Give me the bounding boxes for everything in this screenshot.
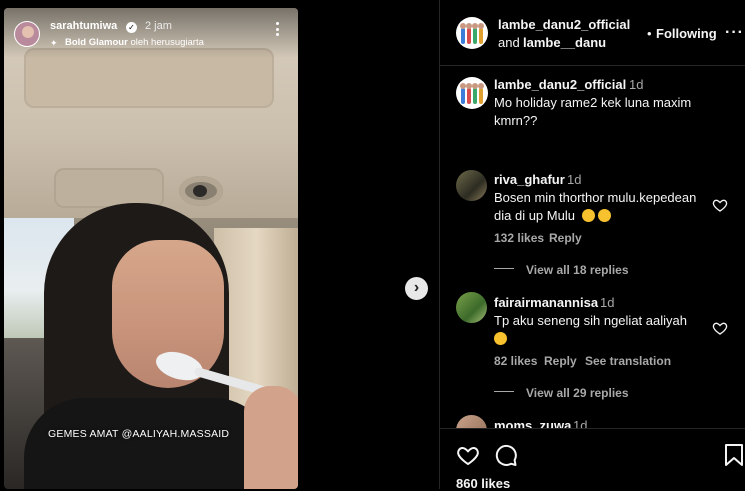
verified-icon: ✓ [126, 22, 137, 33]
comment-username[interactable]: riva_ghafur [494, 172, 565, 187]
following-button[interactable]: Following [656, 26, 717, 41]
caption-time: 1d [629, 77, 644, 92]
ceiling-vent [179, 176, 223, 206]
story-video[interactable] [4, 8, 298, 489]
ceiling-light [54, 168, 164, 208]
header-avatar[interactable] [456, 17, 488, 49]
comment-time: 1d [600, 295, 615, 310]
story-header-overlay [4, 8, 298, 58]
comment-likes[interactable]: 132 likes [494, 231, 544, 245]
caption-username[interactable]: lambe_danu2_official [494, 77, 626, 92]
story-username[interactable]: sarahtumiwa [50, 20, 117, 32]
comment-likes[interactable]: 82 likes [494, 354, 537, 368]
view-replies-button[interactable]: View all 18 replies [526, 263, 629, 277]
comment-time: 1d [567, 172, 582, 187]
person-hand [244, 386, 298, 489]
comment-username[interactable]: fairairmanannisa [494, 295, 598, 310]
next-arrow-icon[interactable]: › [405, 277, 428, 300]
header-username-2[interactable]: lambe__danu [523, 35, 606, 50]
more-horizontal-icon[interactable]: ··· [725, 24, 744, 42]
view-replies-line [494, 391, 514, 392]
see-translation-button[interactable]: See translation [585, 354, 671, 368]
header-and: and [498, 35, 520, 50]
comment-text-content: Tp aku seneng sih ngeliat aaliyah [494, 313, 687, 328]
post-panel: lambe_danu2_official and lambe__danu • F… [439, 0, 745, 491]
caption-avatar[interactable] [456, 77, 488, 109]
story-time: 2 jam [145, 20, 172, 32]
person-shirt [24, 398, 274, 489]
reply-button[interactable]: Reply [549, 231, 582, 245]
bookmark-icon[interactable] [723, 443, 745, 467]
effect-name: Bold Glamour [65, 37, 128, 48]
heart-icon[interactable] [712, 320, 728, 336]
post-header: lambe_danu2_official and lambe__danu • F… [440, 0, 745, 66]
story-effect[interactable]: Bold Glamour oleh herusugiarta [65, 37, 204, 48]
header-username-1[interactable]: lambe_danu2_official [498, 17, 630, 32]
comment-avatar[interactable] [456, 170, 487, 201]
effect-by: oleh herusugiarta [130, 37, 204, 48]
story-avatar[interactable] [14, 21, 40, 47]
story-caption: GEMES AMAT @AALIYAH.MASSAID [48, 428, 230, 440]
heart-icon[interactable] [456, 443, 480, 467]
comment-icon[interactable] [494, 443, 518, 467]
post-actions: 860 likes [440, 428, 745, 491]
grin-emoji-icon [494, 332, 507, 345]
comment-text: Bosen min thorthor mulu.kepedean dia di … [494, 189, 709, 225]
view-replies-button[interactable]: View all 29 replies [526, 386, 629, 400]
laugh-emoji-icon [597, 209, 611, 222]
comment-avatar[interactable] [456, 292, 487, 323]
reply-button[interactable]: Reply [544, 354, 577, 368]
smile-emoji-icon [581, 209, 595, 222]
comment-text-content: Bosen min thorthor mulu.kepedean dia di … [494, 190, 697, 223]
header-separator: • [647, 26, 652, 41]
media-area: sarahtumiwa ✓ 2 jam ✦ Bold Glamour oleh … [0, 0, 439, 489]
more-vertical-icon[interactable] [275, 22, 281, 38]
comment-text: Tp aku seneng sih ngeliat aaliyah [494, 312, 709, 348]
effect-sparkle-icon: ✦ [50, 38, 58, 48]
heart-icon[interactable] [712, 197, 728, 213]
caption-text: Mo holiday rame2 kek luna maxim kmrn?? [494, 95, 692, 128]
view-replies-line [494, 268, 514, 269]
